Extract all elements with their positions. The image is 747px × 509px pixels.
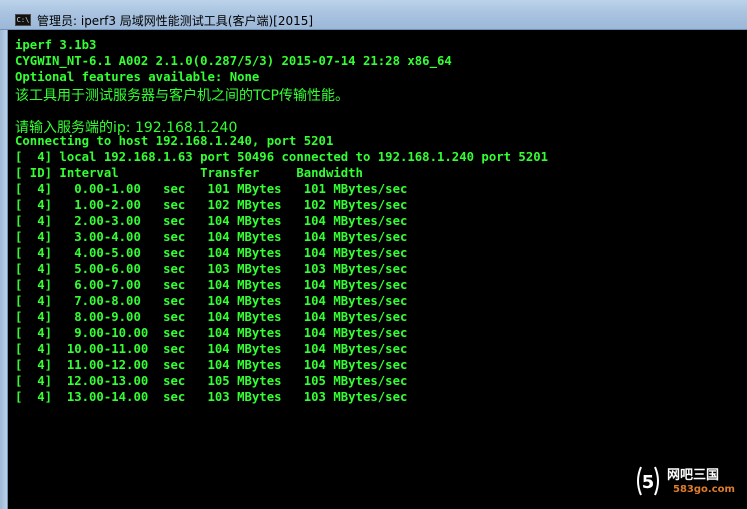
console-line: [ 4] 3.00-4.00 sec 104 MBytes 104 MBytes… xyxy=(15,230,408,244)
console-window-icon[interactable]: C:\ xyxy=(15,14,31,26)
window-titlebar[interactable]: C:\ 管理员: iperf3 局域网性能测试工具(客户端)[2015] xyxy=(0,0,747,30)
console-line: [ 4] 1.00-2.00 sec 102 MBytes 102 MBytes… xyxy=(15,198,408,212)
console-line: [ 4] 11.00-12.00 sec 104 MBytes 104 MByt… xyxy=(15,358,408,372)
logo-glyph: 5 xyxy=(642,472,655,493)
console-line: [ 4] 2.00-3.00 sec 104 MBytes 104 MBytes… xyxy=(15,214,408,228)
console-line: [ 4] 13.00-14.00 sec 103 MBytes 103 MByt… xyxy=(15,390,408,404)
console-line: [ 4] 6.00-7.00 sec 104 MBytes 104 MBytes… xyxy=(15,278,408,292)
console-line: [ 4] 12.00-13.00 sec 105 MBytes 105 MByt… xyxy=(15,374,408,388)
console-line: Connecting to host 192.168.1.240, port 5… xyxy=(15,134,334,148)
watermark: 5 网吧三国 583go.com xyxy=(633,463,741,499)
console-line: Optional features available: None xyxy=(15,70,260,84)
watermark-name: 网吧三国 xyxy=(667,468,720,483)
console-line: 请输入服务端的ip: 192.168.1.240 xyxy=(15,120,238,136)
console-line: [ 4] local 192.168.1.63 port 50496 conne… xyxy=(15,150,549,164)
console-line: [ 4] 4.00-5.00 sec 104 MBytes 104 MBytes… xyxy=(15,246,408,260)
window-title: 管理员: iperf3 局域网性能测试工具(客户端)[2015] xyxy=(37,14,314,28)
watermark-url: 583go.com xyxy=(673,484,735,495)
console-line: [ 4] 0.00-1.00 sec 101 MBytes 101 MBytes… xyxy=(15,182,408,196)
console-line: [ 4] 5.00-6.00 sec 103 MBytes 103 MBytes… xyxy=(15,262,408,276)
console-line: [ ID] Interval Transfer Bandwidth xyxy=(15,166,363,180)
console-line: iperf 3.1b3 xyxy=(15,38,97,52)
window-frame-left xyxy=(0,30,8,509)
console-line: [ 4] 9.00-10.00 sec 104 MBytes 104 MByte… xyxy=(15,326,408,340)
console-line: 该工具用于测试服务器与客户机之间的TCP传输性能。 xyxy=(15,88,349,104)
console-line: CYGWIN_NT-6.1 A002 2.1.0(0.287/5/3) 2015… xyxy=(15,54,452,68)
583go-logo-icon: 5 xyxy=(637,466,659,496)
console-line: [ 4] 8.00-9.00 sec 104 MBytes 104 MBytes… xyxy=(15,310,408,324)
console-line: [ 4] 10.00-11.00 sec 104 MBytes 104 MByt… xyxy=(15,342,408,356)
console-output[interactable]: iperf 3.1b3 CYGWIN_NT-6.1 A002 2.1.0(0.2… xyxy=(8,30,747,509)
console-line: [ 4] 7.00-8.00 sec 104 MBytes 104 MBytes… xyxy=(15,294,408,308)
